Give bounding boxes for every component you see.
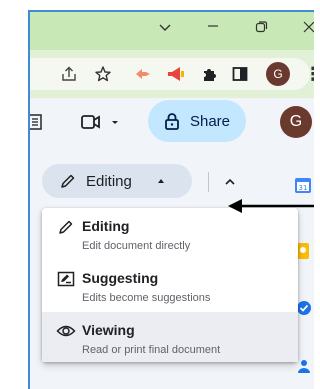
profile-avatar[interactable]: G: [266, 62, 290, 86]
puzzle-icon[interactable]: [200, 64, 218, 84]
pencil-icon: [61, 174, 75, 188]
contacts-icon[interactable]: [296, 358, 312, 379]
minimize-icon[interactable]: [206, 18, 220, 37]
comments-icon[interactable]: [30, 112, 46, 137]
close-window-icon[interactable]: [302, 20, 314, 39]
tasks-icon[interactable]: [296, 300, 312, 321]
mode-option-suggesting[interactable]: Suggesting Edits become suggestions: [42, 260, 298, 310]
mode-option-viewing[interactable]: Viewing Read or print final document: [42, 312, 298, 362]
mode-option-description: Read or print final document: [82, 344, 221, 356]
keep-icon[interactable]: [296, 242, 310, 265]
pencil-icon: [56, 217, 76, 237]
mode-switcher[interactable]: Editing: [42, 164, 192, 198]
share-page-icon[interactable]: [60, 64, 78, 84]
tab-search-dropdown-icon[interactable]: [158, 20, 172, 39]
menu-icon[interactable]: ⋮: [304, 64, 314, 84]
share-button[interactable]: Share: [148, 100, 246, 142]
video-camera-icon: [81, 115, 100, 129]
annotation-arrow: [228, 199, 314, 213]
mode-option-editing[interactable]: Editing Edit document directly: [42, 208, 298, 258]
eye-icon: [56, 321, 76, 341]
chevron-up-icon: [225, 178, 235, 185]
caret-up-icon: [157, 179, 164, 183]
extension-icon[interactable]: [134, 64, 152, 84]
mode-switcher-label: Editing: [86, 172, 132, 190]
browser-toolbar: G ⋮: [30, 50, 314, 98]
mode-option-title: Suggesting: [82, 270, 159, 286]
browser-window: G ⋮ Share G Editing 31: [28, 10, 314, 389]
mode-option-title: Editing: [82, 218, 130, 234]
caret-down-icon: [112, 121, 118, 124]
mode-option-description: Edits become suggestions: [82, 292, 211, 304]
megaphone-icon[interactable]: [166, 64, 186, 84]
mode-option-description: Edit document directly: [82, 240, 191, 252]
title-bar: [30, 12, 314, 50]
account-avatar[interactable]: G: [280, 106, 312, 138]
mode-option-title: Viewing: [82, 322, 135, 338]
meet-button[interactable]: [80, 113, 120, 131]
maximize-icon[interactable]: [254, 20, 268, 39]
svg-text:31: 31: [299, 184, 308, 192]
mode-menu: Editing Edit document directly Suggestin…: [42, 208, 298, 362]
toolbar-divider: [208, 172, 209, 192]
calendar-icon[interactable]: 31: [294, 176, 312, 199]
hide-menus-button[interactable]: [216, 168, 244, 196]
share-label: Share: [189, 112, 231, 130]
bookmark-star-icon[interactable]: [94, 64, 112, 84]
sidebar-icon[interactable]: [232, 64, 248, 84]
lock-icon: [165, 113, 179, 130]
suggest-edit-icon: [56, 269, 76, 289]
